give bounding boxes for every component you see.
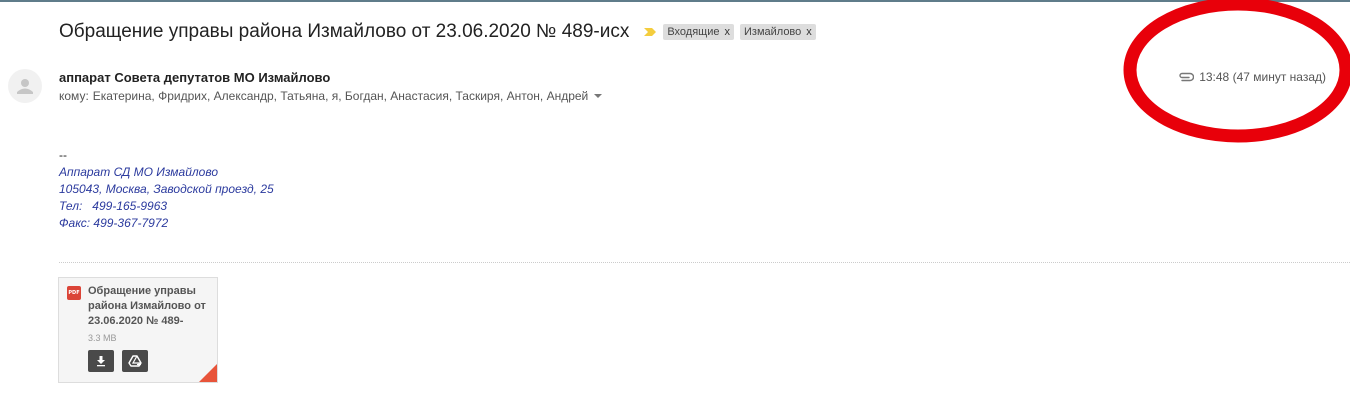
- remove-label-button[interactable]: x: [806, 26, 812, 38]
- pdf-icon: PDF: [67, 286, 81, 300]
- attachment-name: Обращение управы района Измайлово от 23.…: [88, 285, 206, 327]
- signature-line: 105043, Москва, Заводской проезд, 25: [59, 182, 274, 196]
- importance-marker-icon[interactable]: [643, 25, 657, 39]
- email-subject: Обращение управы района Измайлово от 23.…: [59, 21, 630, 42]
- label-inbox[interactable]: Входящие x: [663, 24, 734, 40]
- subject-row: Обращение управы района Измайлово от 23.…: [59, 18, 816, 46]
- label-name: Измайлово: [744, 26, 802, 38]
- attachments-divider: [59, 262, 1350, 263]
- annotation-ellipse: [1123, 0, 1350, 143]
- person-icon: [17, 79, 33, 94]
- avatar: [8, 69, 42, 103]
- label-name: Входящие: [667, 26, 720, 38]
- attachment-size: 3.3 MB: [88, 333, 117, 343]
- attachment-card[interactable]: PDF Обращение управы района Измайлово от…: [58, 277, 218, 383]
- drive-icon: [128, 354, 142, 367]
- save-to-drive-button[interactable]: [122, 350, 148, 372]
- signature-separator: --: [59, 148, 67, 162]
- label-izmailovo[interactable]: Измайлово x: [740, 24, 816, 40]
- recipients-list: Екатерина, Фридрих, Александр, Татьяна, …: [92, 89, 589, 103]
- to-label: кому:: [59, 89, 89, 103]
- show-details-icon[interactable]: [594, 94, 603, 98]
- signature-line: Аппарат СД МО Измайлово: [59, 165, 218, 179]
- signature-line: Факс: 499-367-7972: [59, 216, 169, 230]
- sender-name[interactable]: аппарат Совета депутатов МО Измайлово: [59, 70, 330, 85]
- email-view: Обращение управы района Измайлово от 23.…: [0, 0, 1350, 404]
- download-button[interactable]: [88, 350, 114, 372]
- remove-label-button[interactable]: x: [725, 26, 731, 38]
- signature-block: -- Аппарат СД МО Измайлово 105043, Москв…: [59, 147, 274, 232]
- download-icon: [97, 356, 105, 367]
- signature-line: Тел: 499-165-9963: [59, 199, 168, 213]
- page-fold-icon: [199, 364, 217, 382]
- recipients-line: кому: Екатерина, Фридрих, Александр, Тат…: [59, 89, 603, 103]
